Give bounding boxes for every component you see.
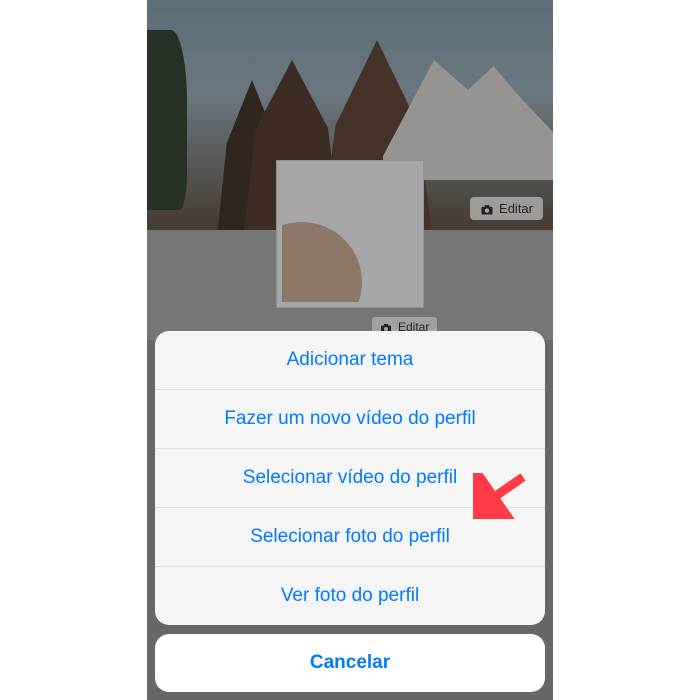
cancel-label: Cancelar bbox=[310, 652, 390, 673]
option-label: Selecionar vídeo do perfil bbox=[243, 467, 457, 488]
option-label: Ver foto do perfil bbox=[281, 585, 419, 606]
add-theme-button[interactable]: Adicionar tema bbox=[155, 331, 545, 390]
pointer-arrow-icon bbox=[473, 473, 527, 519]
option-label: Fazer um novo vídeo do perfil bbox=[224, 408, 475, 429]
option-label: Selecionar foto do perfil bbox=[250, 526, 450, 547]
option-label: Adicionar tema bbox=[287, 349, 414, 370]
new-profile-video-button[interactable]: Fazer um novo vídeo do perfil bbox=[155, 390, 545, 449]
view-profile-photo-button[interactable]: Ver foto do perfil bbox=[155, 567, 545, 625]
cancel-button[interactable]: Cancelar bbox=[155, 634, 545, 692]
phone-screen: Editar Editar Adicionar tema Fazer um no… bbox=[147, 0, 553, 700]
